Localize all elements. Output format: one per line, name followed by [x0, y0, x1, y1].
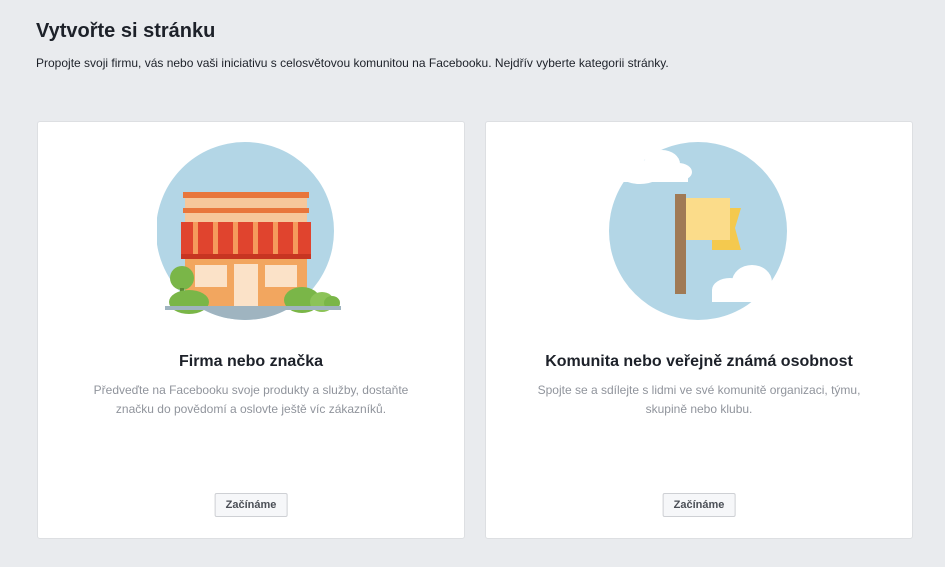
get-started-button[interactable]: Začínáme	[662, 493, 736, 517]
get-started-button[interactable]: Začínáme	[214, 493, 288, 517]
card-title: Firma nebo značka	[178, 353, 324, 370]
category-card-business[interactable]: Firma nebo značka Předveďte na Facebooku…	[37, 121, 465, 539]
card-description: Spojte se a sdílejte s lidmi ve své komu…	[537, 383, 861, 416]
storefront-illustration	[38, 142, 466, 324]
category-card-community[interactable]: Komunita nebo veřejně známá osobnost Spo…	[485, 121, 913, 539]
page-header: Vytvořte si stránku Propojte svoji firmu…	[36, 20, 925, 70]
page-subtitle: Propojte svoji firmu, vás nebo vaši inic…	[36, 56, 669, 70]
flag-illustration	[486, 142, 914, 324]
card-description: Předveďte na Facebooku svoje produkty a …	[93, 383, 409, 416]
page-title: Vytvořte si stránku	[36, 20, 216, 42]
card-title: Komunita nebo veřejně známá osobnost	[545, 353, 853, 370]
